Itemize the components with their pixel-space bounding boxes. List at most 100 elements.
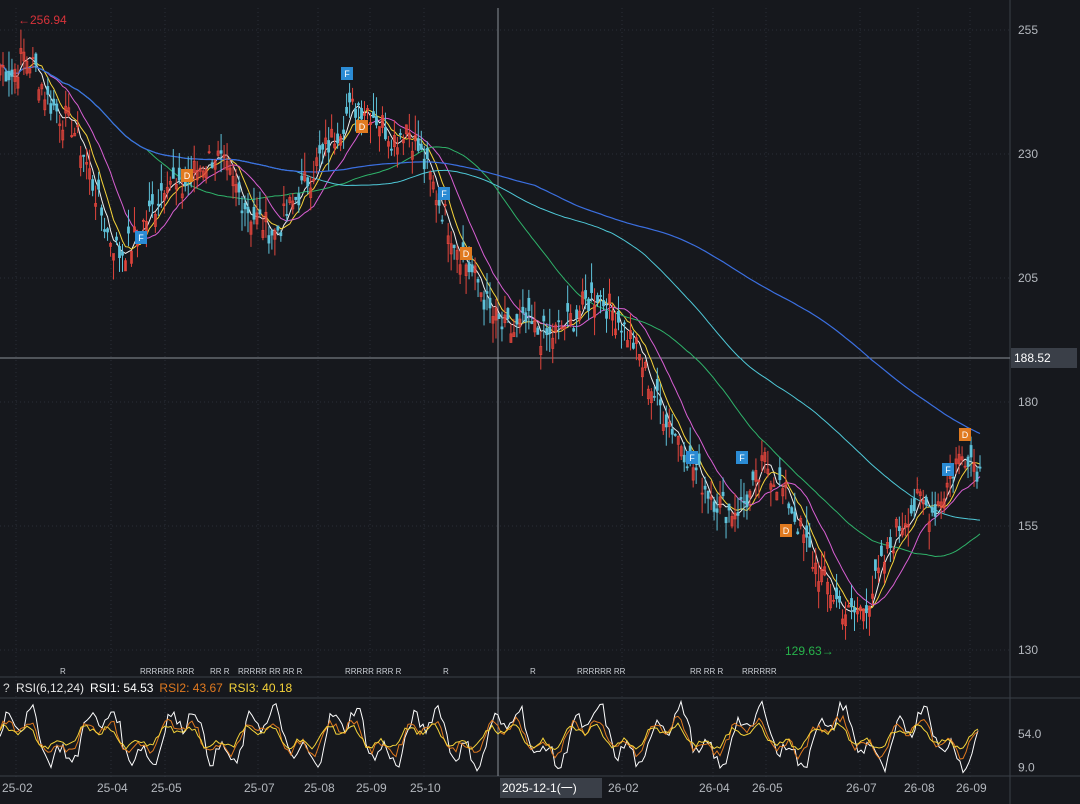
- candle-body: [482, 299, 486, 310]
- rsi-tick: 54.0: [1018, 727, 1042, 741]
- candle-body: [557, 320, 561, 323]
- candle-body: [246, 206, 250, 214]
- candle-body: [548, 326, 552, 334]
- candle-body: [835, 587, 838, 600]
- candle-body: [966, 456, 970, 467]
- candle-body: [620, 330, 623, 333]
- candle-body: [888, 537, 892, 548]
- signal-marker-label: D: [463, 249, 470, 259]
- candle-body: [115, 236, 118, 241]
- candle-body: [924, 496, 928, 506]
- candle-body: [787, 503, 791, 509]
- candle-body: [874, 559, 877, 571]
- candle-body: [321, 144, 325, 150]
- date-tick: 25-04: [97, 781, 128, 795]
- candle-body: [506, 308, 510, 319]
- candle-body: [682, 454, 686, 463]
- r-marker: RRRRRR RR: [577, 667, 626, 676]
- rsi1-value: RSI1: 54.53: [90, 681, 154, 695]
- rsi-title: RSI(6,12,24): [16, 681, 85, 695]
- candle-body: [4, 71, 8, 82]
- r-marker: R: [60, 667, 66, 676]
- candle-body: [240, 210, 244, 214]
- candle-body: [375, 116, 378, 126]
- candle-body: [147, 200, 151, 207]
- candle-body: [279, 232, 283, 237]
- date-tick: 26-07: [846, 781, 877, 795]
- candle-body: [470, 264, 474, 273]
- candle-body: [171, 167, 175, 179]
- candle-body: [258, 209, 262, 215]
- candle-body: [796, 531, 800, 535]
- candle-body: [398, 133, 402, 135]
- candle-body: [318, 145, 322, 154]
- candle-body: [297, 193, 301, 206]
- candle-body: [452, 244, 456, 249]
- date-tick: 26-02: [608, 781, 639, 795]
- candle-body: [808, 536, 812, 548]
- candle-body: [778, 467, 782, 481]
- candle-body: [372, 111, 375, 118]
- candle-body: [572, 328, 576, 332]
- candle-body: [527, 297, 531, 311]
- price-tick: 205: [1018, 271, 1038, 285]
- candle-body: [745, 494, 749, 508]
- candle-body: [975, 471, 979, 482]
- signal-marker-label: F: [344, 69, 350, 79]
- candle-body: [267, 235, 271, 244]
- rsi-tick: 9.0: [1018, 760, 1035, 774]
- signal-marker-label: F: [945, 465, 951, 475]
- candle-body: [652, 395, 656, 398]
- candle-body: [440, 219, 444, 222]
- candle-body: [276, 225, 280, 231]
- candle-body: [632, 342, 635, 349]
- candle-body: [587, 298, 590, 312]
- candle-body: [724, 516, 728, 524]
- candle-body: [706, 490, 710, 499]
- candle-body: [252, 206, 256, 220]
- signal-marker-label: D: [184, 171, 191, 181]
- help-button[interactable]: ?: [3, 681, 13, 695]
- candle-body: [357, 103, 360, 106]
- candle-body: [596, 295, 599, 303]
- candle-body: [524, 312, 528, 322]
- candle-body: [951, 476, 955, 479]
- candle-body: [715, 508, 719, 513]
- candle-body: [865, 605, 868, 614]
- candle-body: [623, 322, 626, 325]
- candle-body: [599, 295, 602, 297]
- candle-body: [425, 147, 429, 159]
- rsi-legend: RSI(6,12,24) RSI1: 54.53 RSI2: 43.67 RSI…: [16, 679, 298, 697]
- candle-body: [897, 526, 901, 532]
- candle-body: [97, 179, 100, 190]
- candle-body: [727, 503, 731, 511]
- candle-body: [742, 500, 746, 504]
- candle-body: [34, 53, 38, 66]
- candle-body: [237, 182, 241, 193]
- r-marker: RRRRRR: [742, 667, 777, 676]
- candle-body: [10, 69, 14, 77]
- candle-body: [177, 167, 181, 181]
- signal-marker-label: F: [739, 453, 745, 463]
- price-tick: 255: [1018, 23, 1038, 37]
- r-marker: RRRRRR RRR: [140, 667, 194, 676]
- r-marker: RRRRR RR RR R: [238, 667, 303, 676]
- candle-body: [584, 290, 588, 299]
- date-tick: 26-08: [904, 781, 935, 795]
- candle-body: [306, 177, 310, 187]
- candle-body: [530, 321, 534, 324]
- candle-body: [617, 311, 620, 323]
- r-marker: RR R: [210, 667, 230, 676]
- candle-body: [150, 194, 154, 205]
- candle-body: [476, 279, 480, 283]
- candle-body: [736, 512, 740, 516]
- crosshair-date-label: 2025-12-1(一): [500, 778, 602, 798]
- candle-body: [300, 175, 304, 181]
- candle-body: [969, 445, 973, 458]
- candle-body: [270, 230, 274, 236]
- candle-body: [416, 138, 420, 151]
- candle-body: [697, 453, 701, 465]
- candle-body: [912, 498, 916, 512]
- date-tick: 26-05: [752, 781, 783, 795]
- date-tick: 26-04: [699, 781, 730, 795]
